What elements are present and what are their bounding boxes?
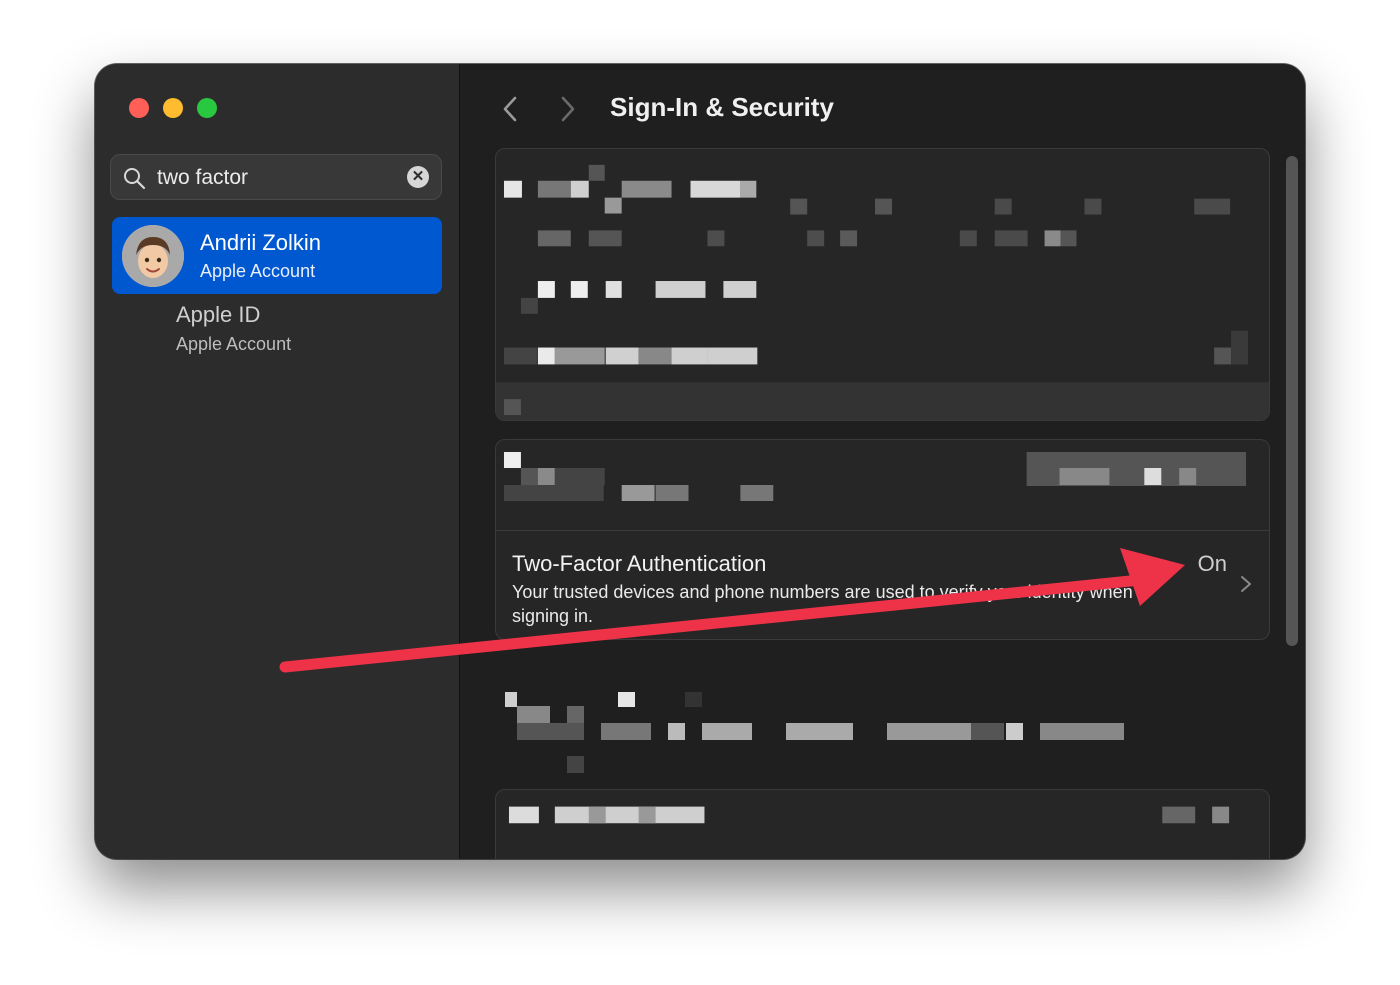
apple-id-label: Apple ID <box>176 302 261 327</box>
account-subtitle: Apple Account <box>200 261 316 281</box>
two-factor-description: Your trusted devices and phone numbers a… <box>512 582 1133 626</box>
sidebar-item-apple-id[interactable]: Apple ID Apple Account <box>176 302 291 355</box>
close-window-button[interactable] <box>129 98 149 118</box>
search-field[interactable]: two factor ✕ <box>110 154 442 200</box>
chevron-right-icon[interactable] <box>556 94 580 124</box>
pixelated-redaction <box>505 692 1124 773</box>
content-pane: Sign-In & Security Two-Factor Authentica… <box>460 64 1305 859</box>
clear-icon[interactable]: ✕ <box>407 166 429 188</box>
security-card: Two-Factor Authentication Your trusted d… <box>495 439 1270 640</box>
chevron-left-icon[interactable] <box>498 94 522 124</box>
pixelated-redaction <box>503 452 1247 501</box>
minimize-window-button[interactable] <box>163 98 183 118</box>
pixelated-redaction <box>508 806 1230 824</box>
redacted-card <box>495 789 1270 859</box>
pixelated-redaction <box>496 164 1269 420</box>
scrollbar[interactable] <box>1286 156 1298 646</box>
chevron-right-icon[interactable] <box>1239 574 1253 594</box>
page-title: Sign-In & Security <box>610 92 834 122</box>
window-controls <box>129 98 217 118</box>
zoom-window-button[interactable] <box>197 98 217 118</box>
two-factor-row[interactable]: Two-Factor Authentication Your trusted d… <box>496 530 1269 639</box>
settings-window: two factor ✕ Andrii Zolkin Apple Account… <box>95 64 1305 859</box>
redacted-card <box>495 148 1270 421</box>
two-factor-status: On <box>1197 551 1227 576</box>
two-factor-title: Two-Factor Authentication <box>512 551 767 576</box>
apple-id-subtitle: Apple Account <box>176 334 292 354</box>
search-icon <box>124 168 146 190</box>
sidebar-item-account-selected[interactable]: Andrii Zolkin Apple Account <box>112 217 442 294</box>
avatar <box>122 225 184 287</box>
search-input[interactable]: two factor <box>157 166 248 190</box>
sidebar: two factor ✕ Andrii Zolkin Apple Account… <box>95 64 460 859</box>
account-name: Andrii Zolkin <box>200 230 322 255</box>
